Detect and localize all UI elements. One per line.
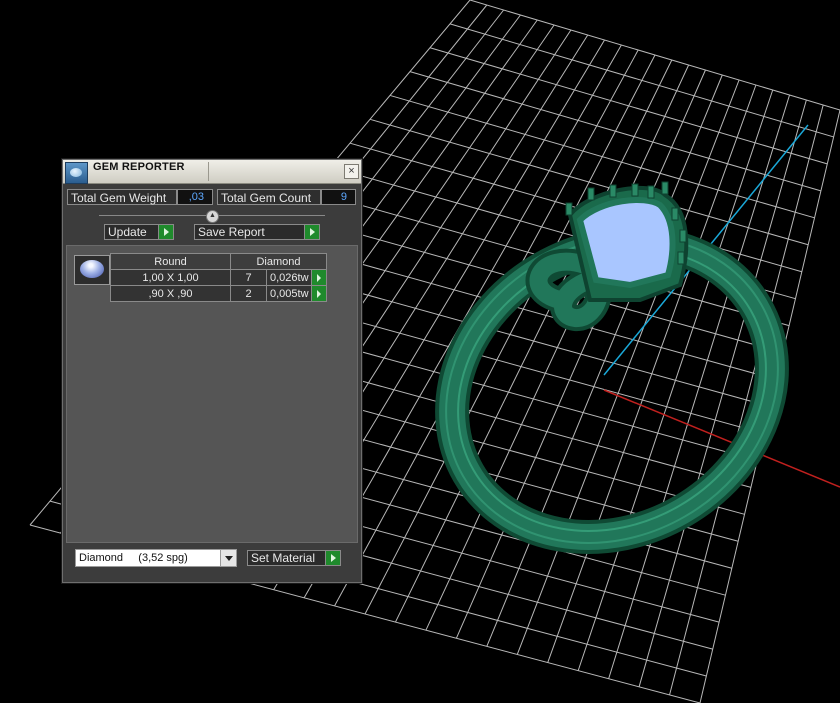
total-gem-weight-value: ,03 [177, 189, 213, 205]
material-select-value: Diamond (3,52 spg) [79, 552, 188, 564]
play-arrow-icon[interactable] [158, 225, 173, 239]
total-gem-weight-label: Total Gem Weight [67, 189, 177, 205]
save-report-button-label: Save Report [198, 225, 265, 239]
column-header-shape: Round [110, 253, 231, 270]
gem-thumbnail-icon [80, 260, 104, 278]
grid-line [486, 74, 723, 647]
set-material-button-label: Set Material [251, 551, 316, 565]
total-gem-count-label: Total Gem Count [217, 189, 321, 205]
titlebar[interactable]: GEM REPORTER × [63, 160, 361, 184]
update-button-label: Update [108, 225, 147, 239]
grid-line [577, 89, 774, 671]
gem-weight-cell: 0,005tw [266, 285, 327, 302]
gem-table: Round Diamond 1,00 X 1,00 7 0,026tw ,90 … [110, 253, 327, 302]
gem-weight-text: 0,005tw [270, 287, 309, 300]
dropdown-arrow-icon[interactable] [220, 550, 236, 566]
gem-weight-text: 0,026tw [270, 271, 309, 284]
play-arrow-icon[interactable] [304, 225, 319, 239]
table-row[interactable]: ,90 X ,90 2 0,005tw [110, 285, 327, 302]
set-material-button[interactable]: Set Material [247, 550, 341, 566]
column-header-material: Diamond [230, 253, 327, 270]
table-header-row: Round Diamond [110, 253, 327, 270]
gem-thumbnail[interactable] [74, 255, 110, 285]
material-select[interactable]: Diamond (3,52 spg) [75, 549, 237, 567]
grid-line [547, 84, 757, 663]
gem-count-cell: 7 [230, 269, 267, 286]
ring-model[interactable] [390, 178, 834, 603]
gem-count-cell: 2 [230, 285, 267, 302]
close-icon[interactable]: × [344, 164, 359, 179]
save-report-button[interactable]: Save Report [194, 224, 320, 240]
update-button[interactable]: Update [104, 224, 174, 240]
play-arrow-icon[interactable] [325, 551, 340, 565]
gem-size-cell: 1,00 X 1,00 [110, 269, 231, 286]
gem-reporter-panel: GEM REPORTER × Total Gem Weight ,03 Tota… [62, 159, 362, 583]
gem-list-area: Round Diamond 1,00 X 1,00 7 0,026tw ,90 … [66, 245, 358, 543]
title-separator [208, 162, 209, 181]
collapse-arrow-icon[interactable]: ▲ [206, 210, 219, 223]
gem-size-cell: ,90 X ,90 [110, 285, 231, 302]
gem-weight-cell: 0,026tw [266, 269, 327, 286]
gem-reporter-app-icon [65, 162, 88, 184]
play-arrow-icon[interactable] [311, 270, 326, 285]
window-title: GEM REPORTER [93, 161, 185, 173]
grid-line [516, 79, 740, 655]
table-row[interactable]: 1,00 X 1,00 7 0,026tw [110, 269, 327, 286]
total-gem-count-value: 9 [321, 189, 356, 205]
play-arrow-icon[interactable] [311, 286, 326, 301]
grid-line [669, 104, 824, 696]
